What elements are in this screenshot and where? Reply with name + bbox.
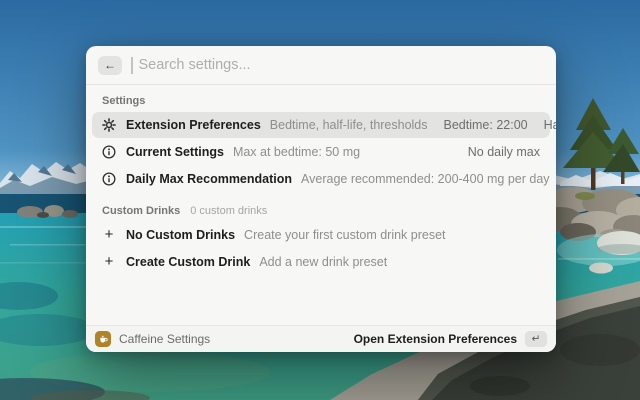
item-subtitle: Bedtime, half-life, thresholds <box>270 118 428 132</box>
section-meta: 0 custom drinks <box>190 205 267 217</box>
enter-key-icon[interactable]: ↵ <box>525 331 547 347</box>
results-list: Settings Extension Preferences Bedtime, … <box>86 85 556 325</box>
info-icon <box>102 172 116 186</box>
primary-action-label[interactable]: Open Extension Preferences <box>354 332 517 346</box>
gear-icon <box>102 118 116 132</box>
item-title: Create Custom Drink <box>126 255 250 269</box>
plus-icon: + <box>102 255 116 269</box>
item-title: Extension Preferences <box>126 118 261 132</box>
list-item-current-settings[interactable]: Current Settings Max at bedtime: 50 mg N… <box>92 139 550 165</box>
item-title: No Custom Drinks <box>126 228 235 242</box>
search-bar: ← <box>86 46 556 84</box>
footer-app-name: Caffeine Settings <box>119 332 210 346</box>
item-accessory: Half-life: 5h <box>544 118 556 132</box>
item-subtitle: Add a new drink preset <box>259 255 387 269</box>
list-item-daily-max-recommendation[interactable]: Daily Max Recommendation Average recomme… <box>92 166 550 192</box>
item-accessory: Bedtime: 22:00 <box>444 118 528 132</box>
section-label: Custom Drinks <box>102 205 180 217</box>
back-arrow-icon: ← <box>104 56 116 75</box>
status-bar: Caffeine Settings Open Extension Prefere… <box>86 325 556 352</box>
section-header-settings: Settings <box>92 91 550 112</box>
list-item-extension-preferences[interactable]: Extension Preferences Bedtime, half-life… <box>92 112 550 138</box>
item-title: Daily Max Recommendation <box>126 172 292 186</box>
item-subtitle: Average recommended: 200-400 mg per day <box>301 172 550 186</box>
item-subtitle: Max at bedtime: 50 mg <box>233 145 360 159</box>
item-title: Current Settings <box>126 145 224 159</box>
section-label: Settings <box>102 95 145 107</box>
caffeine-app-icon <box>95 331 111 347</box>
plus-icon: + <box>102 228 116 242</box>
info-icon <box>102 145 116 159</box>
item-subtitle: Create your first custom drink preset <box>244 228 445 242</box>
item-accessory: No daily max <box>468 145 540 159</box>
list-item-no-custom-drinks[interactable]: + No Custom Drinks Create your first cus… <box>92 222 550 248</box>
search-input[interactable] <box>139 57 545 73</box>
section-header-custom-drinks: Custom Drinks 0 custom drinks <box>92 201 550 222</box>
list-item-create-custom-drink[interactable]: + Create Custom Drink Add a new drink pr… <box>92 249 550 275</box>
text-caret <box>131 57 133 74</box>
command-palette-window: ← Settings Extension Preferences Bedtime… <box>86 46 556 352</box>
back-button[interactable]: ← <box>98 56 122 75</box>
